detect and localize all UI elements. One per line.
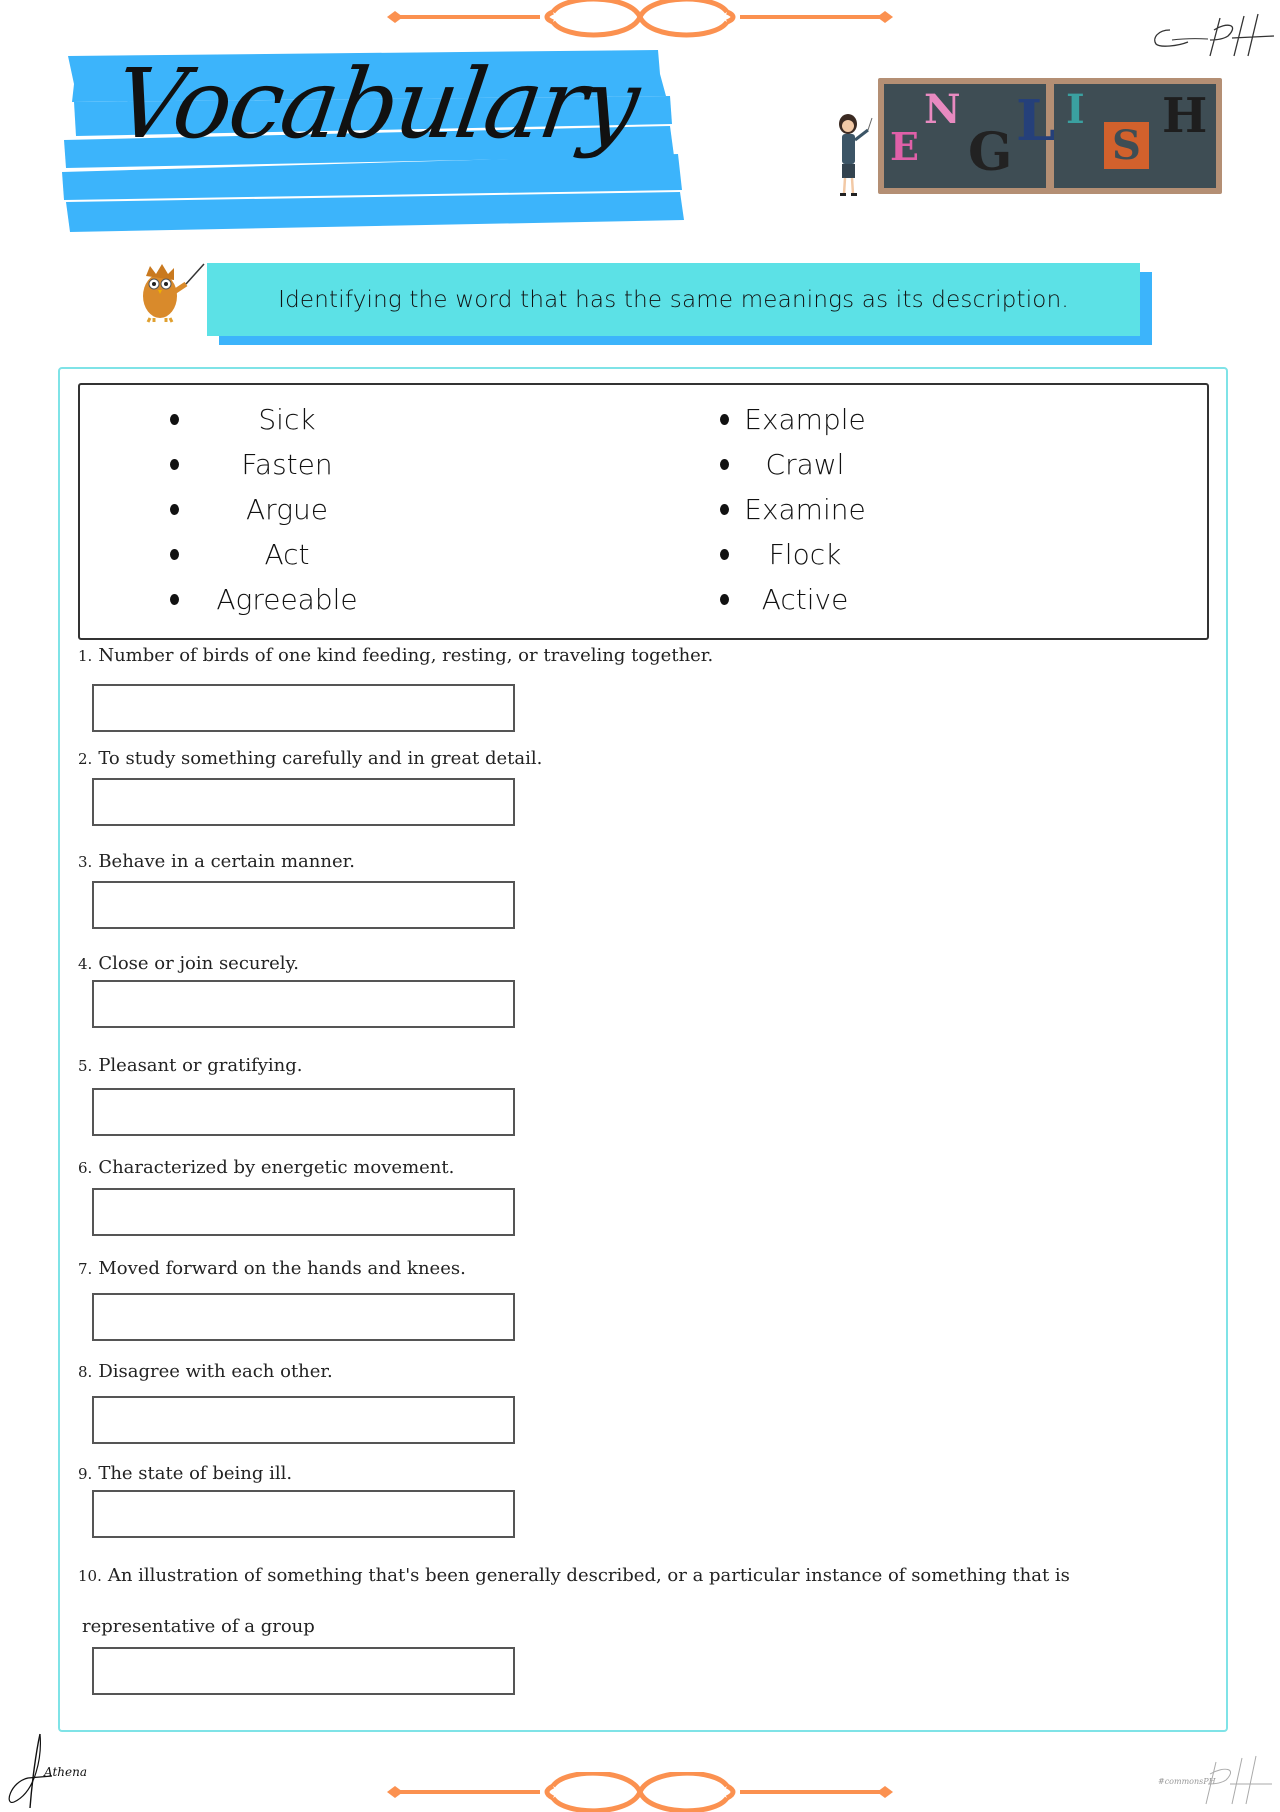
word-bank-item: Argue [170,487,430,532]
commonsph-signature-bottom: #commonsPH [1158,1755,1272,1805]
word-bank-item: Flock [720,532,980,577]
word-text: Example [744,403,866,436]
question-text: Close or join securely. [98,953,300,974]
answer-field-2[interactable] [92,778,515,826]
word-text: Fasten [241,448,333,481]
chalkboard-panel-left: E N G L [884,84,1055,188]
word-bank-item: Example [720,397,980,442]
board-letter-e: E [890,124,919,169]
word-bank-item: Act [170,532,430,577]
answer-field-10[interactable] [92,1647,515,1695]
question-3: 3. Behave in a certain manner. [78,851,355,872]
commonph-signature-top [1154,13,1275,57]
bullet-icon [170,594,179,605]
word-text: Active [761,583,849,616]
word-text: Sick [258,403,316,436]
answer-field-8[interactable] [92,1396,515,1444]
answer-field-1[interactable] [92,684,515,732]
question-1: 1. Number of birds of one kind feeding, r… [78,645,713,666]
question-5: 5. Pleasant or gratifying. [78,1055,303,1076]
question-text: Disagree with each other. [98,1361,333,1382]
question-4: 4. Close or join securely. [78,953,299,974]
word-text: Agreeable [216,583,358,616]
bullet-icon [170,504,179,515]
instruction-banner: Identifying the word that has the same m… [207,263,1140,336]
question-number: 9. [78,1465,93,1483]
answer-field-7[interactable] [92,1293,515,1341]
top-ornament-divider [387,0,893,38]
bullet-icon [720,549,729,560]
word-text: Argue [246,493,328,526]
word-text: Act [264,538,310,571]
answer-field-5[interactable] [92,1088,515,1136]
board-letter-i: I [1066,86,1085,133]
word-bank-item: Sick [170,397,430,442]
word-text: Examine [744,493,866,526]
word-bank-left-column: Sick Fasten Argue Act Agreeable [170,397,430,622]
question-10-continued: representative of a group [82,1616,315,1637]
question-number: 1. [78,647,93,665]
question-text: An illustration of something that's been… [107,1565,1070,1586]
question-text: Number of birds of one kind feeding, res… [98,645,714,666]
question-2: 2. To study something carefully and in gr… [78,748,542,769]
english-chalkboard: E N G L I S H [878,78,1222,194]
question-number: 6. [78,1159,93,1177]
question-text: The state of being ill. [98,1463,293,1484]
commonsph-signature-text: #commonsPH [1158,1777,1217,1786]
question-10: 10. An illustration of something that's b… [78,1565,1070,1586]
question-text: Behave in a certain manner. [98,851,355,872]
athena-signature-text: Athena [43,1765,87,1779]
word-bank-item: Examine [720,487,980,532]
word-bank-right-column: Example Crawl Examine Flock Active [720,397,980,622]
question-6: 6. Characterized by energetic movement. [78,1157,454,1178]
question-number: 10. [78,1567,102,1585]
question-text: To study something carefully and in grea… [98,748,543,769]
board-letter-n: N [924,86,961,133]
board-letter-s: S [1104,122,1149,169]
question-number: 7. [78,1260,93,1278]
answer-field-6[interactable] [92,1188,515,1236]
word-text: Crawl [765,448,845,481]
bullet-icon [170,414,179,425]
bullet-icon [170,549,179,560]
board-letter-h: H [1162,88,1208,144]
bullet-icon [720,459,729,470]
question-number: 3. [78,853,93,871]
page-title: Vocabulary [107,48,645,160]
question-9: 9. The state of being ill. [78,1463,292,1484]
board-letter-g: G [968,122,1013,183]
word-bank: Sick Fasten Argue Act Agreeable Example … [78,383,1209,640]
word-text: Flock [768,538,842,571]
board-letter-l: L [1016,88,1056,154]
answer-field-4[interactable] [92,980,515,1028]
word-bank-item: Fasten [170,442,430,487]
question-text: Pleasant or gratifying. [98,1055,303,1076]
question-number: 5. [78,1057,93,1075]
question-number: 2. [78,750,93,768]
question-7: 7. Moved forward on the hands and knees. [78,1258,466,1279]
bottom-ornament-divider [387,1772,893,1812]
bullet-icon [170,459,179,470]
teacher-figure-icon [839,114,873,196]
question-text: Characterized by energetic movement. [98,1157,455,1178]
bullet-icon [720,504,729,515]
chalkboard-panel-right: I S H [1054,84,1216,188]
owl-teacher-icon [143,263,205,323]
question-text: Moved forward on the hands and knees. [98,1258,466,1279]
bullet-icon [720,594,729,605]
question-text: representative of a group [82,1616,315,1637]
question-number: 4. [78,955,93,973]
question-number: 8. [78,1363,93,1381]
athena-signature: Athena [8,1733,87,1809]
question-8: 8. Disagree with each other. [78,1361,333,1382]
instruction-text: Identifying the word that has the same m… [278,286,1069,313]
word-bank-item: Crawl [720,442,980,487]
answer-field-3[interactable] [92,881,515,929]
word-bank-item: Active [720,577,980,622]
bullet-icon [720,414,729,425]
word-bank-item: Agreeable [170,577,430,622]
answer-field-9[interactable] [92,1490,515,1538]
